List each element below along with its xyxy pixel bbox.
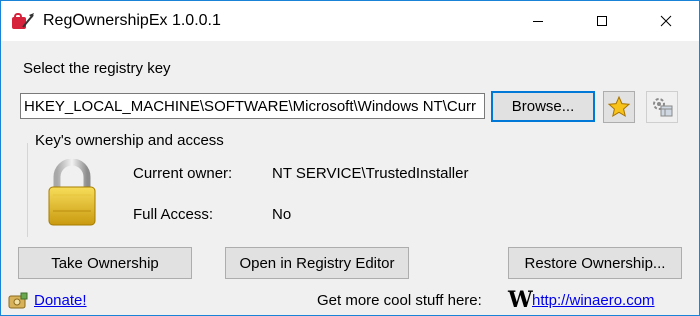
select-key-label: Select the registry key	[23, 60, 171, 77]
browse-button[interactable]: Browse...	[491, 91, 595, 122]
window-title: RegOwnershipEx 1.0.0.1	[43, 12, 221, 29]
winaero-logo: W	[508, 287, 533, 313]
favorites-button[interactable]	[603, 91, 635, 123]
close-icon	[660, 15, 672, 27]
current-owner-value: NT SERVICE\TrustedInstaller	[272, 165, 469, 182]
donate-icon	[8, 292, 28, 309]
title-bar[interactable]: RegOwnershipEx 1.0.0.1	[1, 1, 699, 41]
registry-settings-icon	[653, 98, 673, 117]
maximize-icon	[597, 16, 607, 26]
minimize-button[interactable]	[515, 1, 561, 41]
promo-text: Get more cool stuff here:	[317, 292, 482, 309]
take-ownership-button[interactable]: Take Ownership	[18, 247, 192, 279]
app-window: RegOwnershipEx 1.0.0.1 Select the regist…	[0, 0, 700, 316]
ownership-group-label: Key's ownership and access	[35, 132, 224, 149]
app-icon	[12, 13, 34, 29]
maximize-button[interactable]	[579, 1, 625, 41]
registry-settings-button[interactable]	[646, 91, 678, 123]
group-divider	[27, 143, 28, 237]
current-owner-label: Current owner:	[133, 165, 233, 182]
open-registry-editor-button[interactable]: Open in Registry Editor	[225, 247, 409, 279]
full-access-value: No	[272, 206, 292, 223]
full-access-label: Full Access:	[133, 206, 214, 223]
padlock-icon	[48, 159, 96, 226]
close-button[interactable]	[643, 1, 689, 41]
star-icon	[607, 95, 631, 118]
restore-ownership-button[interactable]: Restore Ownership...	[508, 247, 682, 279]
registry-path-input[interactable]	[20, 93, 485, 119]
winaero-link[interactable]: http://winaero.com	[532, 291, 655, 311]
donate-link[interactable]: Donate!	[34, 291, 87, 311]
minimize-icon	[533, 21, 543, 22]
